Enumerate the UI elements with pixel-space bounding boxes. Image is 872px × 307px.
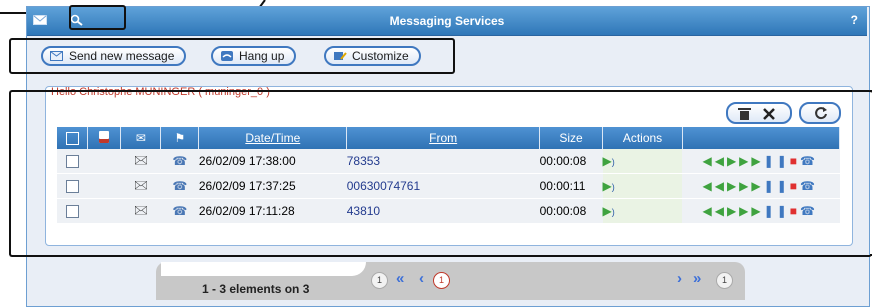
customize-icon	[334, 52, 347, 60]
row-checkbox[interactable]	[65, 180, 79, 194]
current-page: 1	[433, 272, 450, 289]
date-header-label: Date/Time	[245, 131, 301, 145]
select-all-header[interactable]	[57, 127, 89, 149]
first-page-icon[interactable]: «	[396, 270, 404, 287]
actions-header-label: Actions	[622, 131, 663, 145]
from-header-label: From	[429, 131, 458, 145]
prev-page-icon[interactable]: ‹	[419, 270, 424, 287]
play-icon[interactable]: ▶	[727, 204, 739, 218]
envelope-read-icon: 🖂	[120, 173, 161, 199]
fast-forward-icon[interactable]: ▶▶	[739, 204, 763, 218]
voicemail-icon: ☎	[160, 173, 199, 199]
messages-table: ✉ ⚑ Date/Time From Size Actions 🖂 ☎ 26/0…	[57, 127, 841, 224]
fast-forward-icon[interactable]: ▶▶	[739, 154, 763, 168]
phone-icon	[221, 51, 233, 61]
message-date: 26/02/09 17:11:28	[198, 198, 347, 224]
size-header-label: Size	[559, 131, 583, 145]
delete-button[interactable]	[726, 102, 792, 124]
fast-forward-icon[interactable]: ▶▶	[739, 179, 763, 193]
phone-forward-icon[interactable]: ☎	[800, 204, 818, 218]
message-size: 00:00:08	[539, 198, 603, 224]
compose-icon	[50, 51, 63, 61]
date-column-header[interactable]: Date/Time	[198, 127, 348, 149]
size-column-header: Size	[539, 127, 604, 149]
pause-icon[interactable]: ❚❚	[764, 204, 790, 218]
voicemail-icon: ☎	[160, 149, 199, 174]
hang-up-button[interactable]: Hang up	[211, 46, 297, 66]
pagination-tab	[161, 262, 366, 276]
send-new-message-label: Send new message	[69, 49, 175, 63]
play-audio-icon[interactable]: ▶)	[602, 198, 683, 224]
customize-button[interactable]: Customize	[324, 46, 421, 66]
pause-icon[interactable]: ❚❚	[764, 154, 790, 168]
flag-icon: ⚑	[174, 131, 186, 145]
window-title: Messaging Services	[389, 14, 505, 28]
table-row[interactable]: 🖂 ☎ 26/02/09 17:37:25 00630074761 00:00:…	[57, 173, 840, 199]
customize-label: Customize	[352, 49, 409, 63]
contact-column-header[interactable]	[87, 127, 122, 149]
trash-icon	[738, 108, 775, 120]
play-icon[interactable]: ▶	[727, 154, 739, 168]
message-from[interactable]: 00630074761	[346, 173, 540, 199]
stop-icon[interactable]: ■	[790, 204, 800, 218]
message-size: 00:00:08	[539, 149, 603, 174]
message-date: 26/02/09 17:38:00	[198, 149, 347, 174]
envelope-header-icon: ✉	[135, 131, 146, 145]
rewind-icon[interactable]: ◀◀	[702, 179, 726, 193]
row-checkbox[interactable]	[65, 155, 79, 169]
from-column-header[interactable]: From	[346, 127, 541, 149]
pause-icon[interactable]: ❚❚	[764, 179, 790, 193]
next-page-icon[interactable]: ›	[677, 270, 682, 287]
message-date: 26/02/09 17:37:25	[198, 173, 347, 199]
last-page-icon[interactable]: »	[693, 270, 701, 287]
row-checkbox[interactable]	[65, 205, 79, 219]
play-icon[interactable]: ▶	[727, 179, 739, 193]
title-bar: Messaging Services ?	[27, 7, 867, 36]
pagination-summary: 1 - 3 elements on 3	[202, 282, 310, 296]
last-page-link[interactable]: 1	[716, 272, 733, 289]
phone-forward-icon[interactable]: ☎	[800, 154, 818, 168]
rewind-icon[interactable]: ◀◀	[702, 154, 726, 168]
player-column-header	[682, 127, 841, 149]
send-new-message-button[interactable]: Send new message	[41, 46, 187, 66]
phone-forward-icon[interactable]: ☎	[800, 179, 818, 193]
select-all-checkbox[interactable]	[65, 132, 79, 146]
hang-up-label: Hang up	[239, 49, 285, 63]
play-audio-icon[interactable]: ▶)	[602, 149, 683, 174]
refresh-button[interactable]	[799, 102, 841, 124]
player-controls[interactable]: ◀◀▶▶▶❚❚■☎	[682, 198, 840, 224]
envelope-read-icon: 🖂	[120, 149, 161, 174]
message-from[interactable]: 43810	[346, 198, 540, 224]
annotation-box-titlebar	[69, 5, 126, 30]
envelope-read-icon: 🖂	[120, 198, 161, 224]
message-size: 00:00:11	[539, 173, 603, 199]
table-header: ✉ ⚑ Date/Time From Size Actions	[57, 127, 841, 149]
contact-card-icon	[99, 130, 110, 143]
table-row[interactable]: 🖂 ☎ 26/02/09 17:11:28 43810 00:00:08 ▶) …	[57, 198, 840, 224]
player-controls[interactable]: ◀◀▶▶▶❚❚■☎	[682, 173, 840, 199]
stop-icon[interactable]: ■	[790, 154, 800, 168]
message-from[interactable]: 78353	[346, 149, 540, 174]
refresh-icon	[815, 107, 827, 120]
actions-column-header: Actions	[602, 127, 683, 149]
first-page-link[interactable]: 1	[371, 272, 388, 289]
voicemail-icon: ☎	[160, 198, 199, 224]
rewind-icon[interactable]: ◀◀	[702, 204, 726, 218]
read-status-column-header[interactable]: ✉	[120, 127, 162, 149]
table-row[interactable]: 🖂 ☎ 26/02/09 17:38:00 78353 00:00:08 ▶) …	[57, 149, 840, 174]
player-controls[interactable]: ◀◀▶▶▶❚❚■☎	[682, 149, 840, 174]
stop-icon[interactable]: ■	[790, 179, 800, 193]
play-audio-icon[interactable]: ▶)	[602, 173, 683, 199]
help-icon[interactable]: ?	[851, 13, 858, 27]
flag-column-header[interactable]: ⚑	[160, 127, 200, 149]
